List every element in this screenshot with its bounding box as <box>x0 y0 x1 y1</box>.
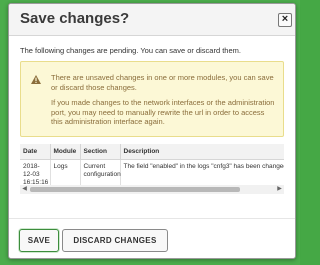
warning-triangle-icon <box>31 75 41 84</box>
discard-changes-button[interactable]: DISCARD CHANGES <box>62 229 168 252</box>
horizontal-scrollbar[interactable]: ◀ ▶ <box>20 185 284 194</box>
cell-section: Current configuration <box>80 159 121 188</box>
cell-date: 2018-12-03 16:15:16 <box>20 159 51 188</box>
column-header-module: Module <box>50 144 81 160</box>
table-header-row: Date Module Section Description <box>20 144 284 160</box>
scrollbar-thumb[interactable] <box>30 187 240 192</box>
warning-line-unsaved: There are unsaved changes in one or more… <box>51 73 274 92</box>
column-header-section: Section <box>80 144 121 160</box>
scroll-left-icon[interactable]: ◀ <box>20 185 29 194</box>
save-button[interactable]: SAVE <box>19 229 59 252</box>
column-header-description: Description <box>120 144 284 160</box>
changes-table-container: Date Module Section Description 2018-12-… <box>20 144 284 188</box>
save-changes-dialog: Save changes? × The following changes ar… <box>8 3 296 259</box>
intro-text: The following changes are pending. You c… <box>20 46 241 55</box>
column-header-date: Date <box>20 144 51 160</box>
warning-line-network: If you made changes to the network inter… <box>51 98 275 127</box>
warning-text: There are unsaved changes in one or more… <box>51 73 276 133</box>
dialog-title: Save changes? <box>20 10 130 27</box>
dialog-header: Save changes? × <box>9 4 295 36</box>
scroll-right-icon[interactable]: ▶ <box>275 185 284 194</box>
close-button[interactable]: × <box>278 13 292 27</box>
cell-module: Logs <box>50 159 81 188</box>
footer-divider <box>9 218 295 219</box>
cell-description: The field "enabled" in the logs "cnfg3" … <box>120 159 284 188</box>
warning-box: There are unsaved changes in one or more… <box>20 61 284 137</box>
close-icon: × <box>281 13 289 25</box>
table-row: 2018-12-03 16:15:16 Logs Current configu… <box>20 159 284 188</box>
changes-table: Date Module Section Description 2018-12-… <box>20 144 284 188</box>
